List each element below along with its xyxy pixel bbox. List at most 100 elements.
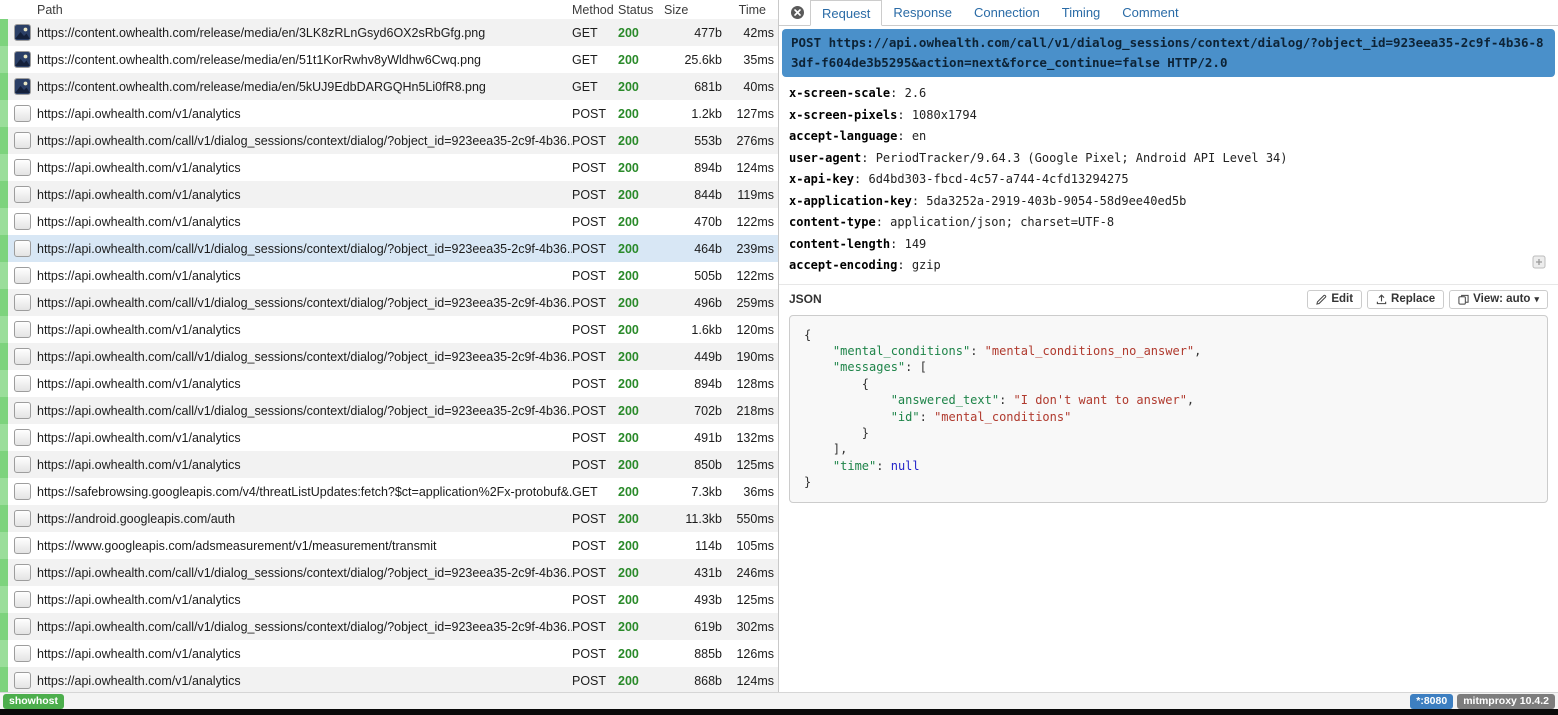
json-body-viewer[interactable]: { "mental_conditions": "mental_condition… [789,315,1548,503]
flow-row[interactable]: https://api.owhealth.com/call/v1/dialog_… [0,343,778,370]
flow-row[interactable]: https://android.googleapis.com/authPOST2… [0,505,778,532]
flow-row[interactable]: https://api.owhealth.com/call/v1/dialog_… [0,127,778,154]
path-cell: https://api.owhealth.com/v1/analytics [37,377,572,391]
status-cell: 200 [618,593,662,607]
request-header-line[interactable]: x-api-key: 6d4bd303-fbcd-4c57-a744-4cfd1… [789,169,1548,191]
header-name: user-agent [789,151,861,165]
size-cell: 114b [662,539,722,553]
view-mode-button[interactable]: View: auto ▾ [1449,290,1548,309]
path-cell: https://api.owhealth.com/call/v1/dialog_… [37,566,572,580]
request-header-line[interactable]: content-type: application/json; charset=… [789,212,1548,234]
replace-button[interactable]: Replace [1367,290,1444,309]
flow-row[interactable]: https://api.owhealth.com/v1/analyticsPOS… [0,586,778,613]
add-header-icon[interactable] [1532,255,1546,274]
flow-row[interactable]: https://content.owhealth.com/release/med… [0,19,778,46]
document-icon [14,375,31,392]
row-marker [0,181,8,208]
flow-row[interactable]: https://api.owhealth.com/call/v1/dialog_… [0,289,778,316]
request-header-line[interactable]: x-screen-scale: 2.6 [789,83,1548,105]
flow-row[interactable]: https://api.owhealth.com/call/v1/dialog_… [0,397,778,424]
status-cell: 200 [618,107,662,121]
flow-row[interactable]: https://api.owhealth.com/v1/analyticsPOS… [0,667,778,692]
flow-row[interactable]: https://content.owhealth.com/release/med… [0,73,778,100]
column-header-size[interactable]: Size [662,3,722,17]
body-actions: Edit Replace View: a [1307,290,1548,309]
json-line: } [804,425,1533,441]
tab-response[interactable]: Response [882,0,963,25]
size-cell: 25.6kb [662,53,722,67]
method-cell: POST [572,539,618,553]
flow-row[interactable]: https://api.owhealth.com/v1/analyticsPOS… [0,640,778,667]
flow-row[interactable]: https://api.owhealth.com/v1/analyticsPOS… [0,154,778,181]
row-marker [0,316,8,343]
column-header-status[interactable]: Status [618,3,662,17]
request-header-line[interactable]: accept-encoding: gzip [789,255,1548,277]
close-icon[interactable] [785,0,810,25]
flow-row[interactable]: https://safebrowsing.googleapis.com/v4/t… [0,478,778,505]
flow-row[interactable]: https://api.owhealth.com/call/v1/dialog_… [0,235,778,262]
flow-row[interactable]: https://api.owhealth.com/v1/analyticsPOS… [0,181,778,208]
size-cell: 11.3kb [662,512,722,526]
request-first-line[interactable]: POST https://api.owhealth.com/call/v1/di… [782,29,1555,77]
flow-row[interactable]: https://api.owhealth.com/call/v1/dialog_… [0,613,778,640]
time-cell: 125ms [722,593,778,607]
status-cell: 200 [618,215,662,229]
status-cell: 200 [618,485,662,499]
time-cell: 190ms [722,350,778,364]
tab-timing[interactable]: Timing [1051,0,1112,25]
path-cell: https://api.owhealth.com/v1/analytics [37,647,572,661]
flow-row[interactable]: https://api.owhealth.com/v1/analyticsPOS… [0,451,778,478]
request-header-line[interactable]: x-screen-pixels: 1080x1794 [789,105,1548,127]
status-cell: 200 [618,296,662,310]
flow-row[interactable]: https://api.owhealth.com/v1/analyticsPOS… [0,262,778,289]
path-cell: https://api.owhealth.com/v1/analytics [37,215,572,229]
path-cell: https://android.googleapis.com/auth [37,512,572,526]
method-cell: POST [572,296,618,310]
flow-row[interactable]: https://api.owhealth.com/call/v1/dialog_… [0,559,778,586]
request-header-line[interactable]: user-agent: PeriodTracker/9.64.3 (Google… [789,148,1548,170]
status-cell: 200 [618,458,662,472]
tab-comment[interactable]: Comment [1111,0,1189,25]
column-header-time[interactable]: Time [722,3,778,17]
column-header-method[interactable]: Method [572,3,618,17]
row-marker [0,370,8,397]
edit-button[interactable]: Edit [1307,290,1362,309]
header-value: : 1080x1794 [897,108,976,122]
json-line: ], [804,441,1533,457]
header-value: : PeriodTracker/9.64.3 (Google Pixel; An… [861,151,1287,165]
tab-request[interactable]: Request [810,0,882,26]
header-name: accept-language [789,129,897,143]
method-cell: POST [572,269,618,283]
flow-row[interactable]: https://api.owhealth.com/v1/analyticsPOS… [0,100,778,127]
method-cell: POST [572,431,618,445]
flow-row[interactable]: https://api.owhealth.com/v1/analyticsPOS… [0,316,778,343]
version-badge: mitmproxy 10.4.2 [1457,694,1555,709]
status-cell: 200 [618,566,662,580]
flow-row[interactable]: https://content.owhealth.com/release/med… [0,46,778,73]
method-cell: GET [572,26,618,40]
flow-row[interactable]: https://www.googleapis.com/adsmeasuremen… [0,532,778,559]
image-icon [14,24,31,41]
document-icon [14,672,31,689]
document-icon [14,213,31,230]
request-header-line[interactable]: x-application-key: 5da3252a-2919-403b-90… [789,191,1548,213]
method-cell: POST [572,593,618,607]
time-cell: 105ms [722,539,778,553]
json-line: { [804,327,1533,343]
status-cell: 200 [618,350,662,364]
tab-connection[interactable]: Connection [963,0,1051,25]
request-header-line[interactable]: accept-language: en [789,126,1548,148]
path-cell: https://api.owhealth.com/v1/analytics [37,188,572,202]
row-marker [0,235,8,262]
row-marker [0,289,8,316]
document-icon [14,483,31,500]
column-header-path[interactable]: Path [37,3,572,17]
flow-row[interactable]: https://api.owhealth.com/v1/analyticsPOS… [0,370,778,397]
status-cell: 200 [618,431,662,445]
flow-row[interactable]: https://api.owhealth.com/v1/analyticsPOS… [0,424,778,451]
method-cell: GET [572,485,618,499]
flow-row[interactable]: https://api.owhealth.com/v1/analyticsPOS… [0,208,778,235]
method-cell: POST [572,566,618,580]
request-header-line[interactable]: content-length: 149 [789,234,1548,256]
method-cell: POST [572,188,618,202]
